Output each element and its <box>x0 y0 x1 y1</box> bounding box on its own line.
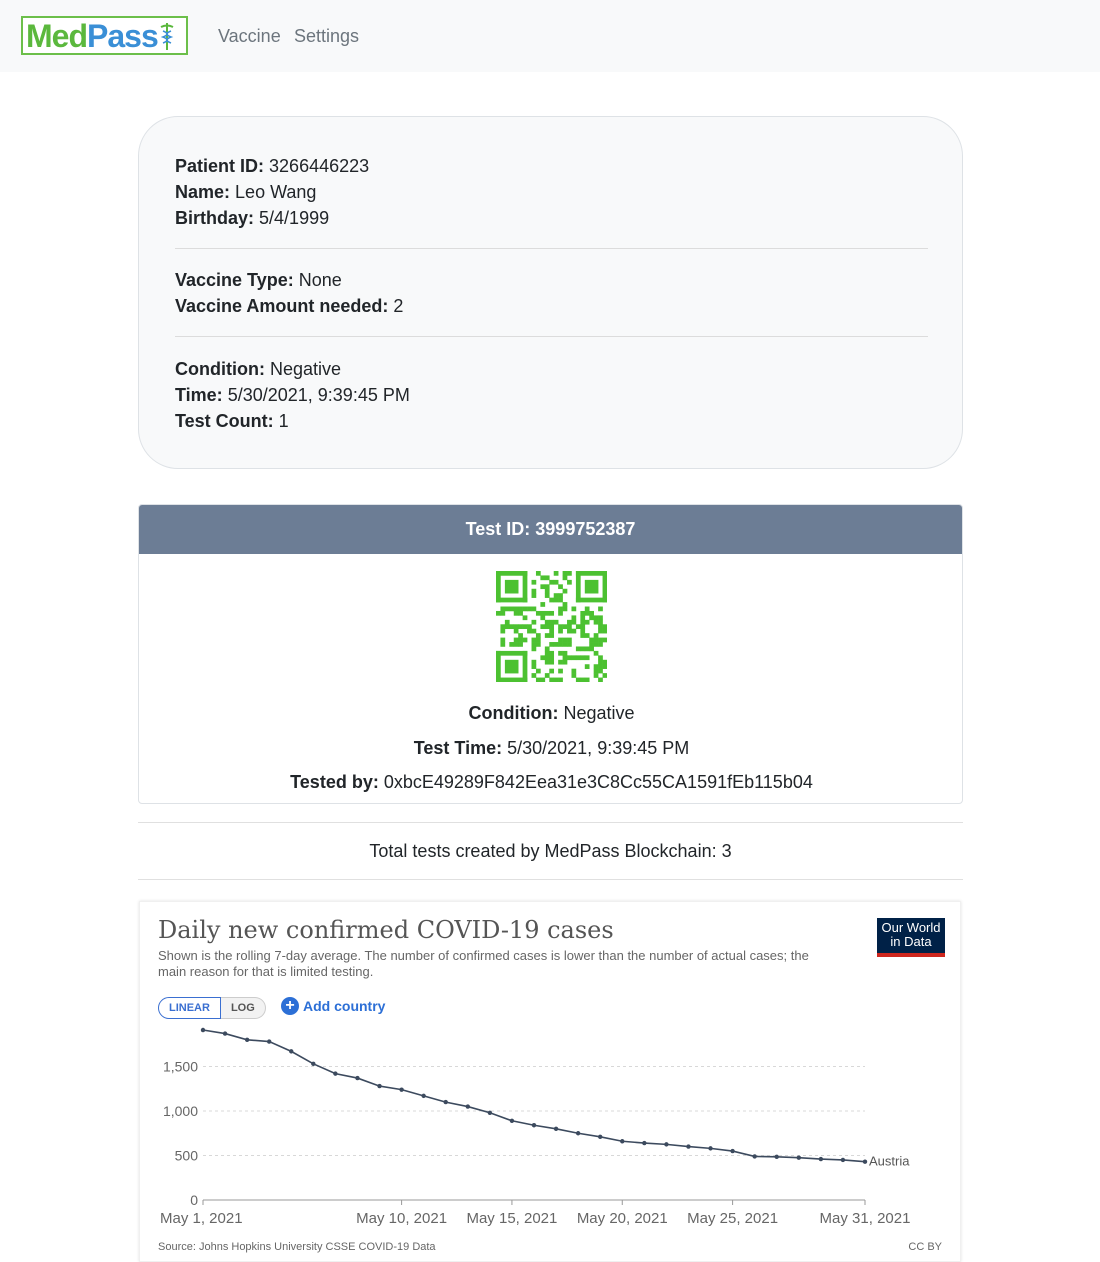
data-point <box>377 1083 382 1089</box>
test-count-row: Test Count: 1 <box>175 410 289 432</box>
data-point <box>531 1123 537 1128</box>
data-point <box>575 1131 581 1136</box>
time-label: Time: <box>175 385 223 405</box>
patient-name-row: Name: Leo Wang <box>175 181 316 203</box>
x-tick-label: May 31, 2021 <box>820 1210 911 1227</box>
patient-birthday-row: Birthday: 5/4/1999 <box>175 207 329 229</box>
covid-chart-widget: Daily new confirmed COVID-19 cases Shown… <box>139 901 961 1262</box>
data-point <box>840 1157 846 1163</box>
data-point <box>730 1148 735 1154</box>
medpass-logo[interactable]: Med Pass <box>21 16 188 55</box>
data-point <box>200 1027 206 1033</box>
data-point <box>553 1126 559 1131</box>
x-tick-label: May 15, 2021 <box>466 1210 557 1227</box>
patient-id-row: Patient ID: 3266446223 <box>175 155 369 177</box>
test-condition-value: Negative <box>563 703 635 723</box>
data-point <box>355 1075 360 1081</box>
data-point <box>862 1159 868 1164</box>
divider <box>175 248 928 249</box>
logo-text-pass: Pass <box>87 17 159 54</box>
data-point <box>509 1118 515 1123</box>
data-point <box>686 1144 691 1149</box>
patient-info-card: Patient ID: 3266446223 Name: Leo Wang Bi… <box>138 116 963 469</box>
y-tick-label: 1,500 <box>163 1059 198 1075</box>
data-point <box>244 1037 250 1042</box>
time-value: 5/30/2021, 9:39:45 PM <box>227 385 410 405</box>
y-tick-label: 0 <box>190 1192 198 1208</box>
x-tick-label: May 25, 2021 <box>687 1210 778 1227</box>
test-time-row: Test Time: 5/30/2021, 9:39:45 PM <box>139 738 962 759</box>
total-tests-banner: Total tests created by MedPass Blockchai… <box>138 822 963 880</box>
tested-by-label: Tested by: <box>290 772 379 792</box>
chart-source[interactable]: Source: Johns Hopkins University CSSE CO… <box>158 1241 436 1253</box>
nav-link-settings[interactable]: Settings <box>294 26 359 47</box>
caduceus-icon <box>160 22 174 50</box>
test-condition-row: Condition: Negative <box>139 703 962 724</box>
vaccine-type-label: Vaccine Type: <box>175 270 294 290</box>
navbar: Med Pass Vaccine Settings <box>0 0 1100 72</box>
data-point <box>289 1049 294 1054</box>
data-point <box>443 1099 448 1105</box>
test-count-value: 1 <box>278 411 289 431</box>
data-point <box>620 1139 625 1144</box>
vaccine-amount-label: Vaccine Amount needed: <box>175 296 389 316</box>
logo-text-med: Med <box>26 17 88 54</box>
divider <box>175 336 928 337</box>
condition-label: Condition: <box>175 359 265 379</box>
patient-birthday-label: Birthday: <box>175 208 255 228</box>
x-tick-label: May 20, 2021 <box>577 1210 668 1227</box>
y-tick-label: 500 <box>175 1148 199 1164</box>
data-point <box>708 1146 713 1151</box>
x-tick-label: May 1, 2021 <box>160 1210 243 1227</box>
data-point <box>333 1071 338 1076</box>
data-point <box>222 1031 228 1036</box>
vaccine-type-row: Vaccine Type: None <box>175 269 342 291</box>
chart-license[interactable]: CC BY <box>908 1241 942 1253</box>
data-point <box>421 1093 426 1099</box>
vaccine-type-value: None <box>298 270 342 290</box>
test-condition-label: Condition: <box>468 703 559 723</box>
data-point <box>465 1104 470 1109</box>
patient-id-value: 3266446223 <box>269 156 370 176</box>
x-tick-label: May 10, 2021 <box>356 1210 447 1227</box>
series-label: Austria <box>869 1154 910 1169</box>
patient-name-label: Name: <box>175 182 231 202</box>
tested-by-value: 0xbcE49289F842Eea31e3C8Cc55CA1591fEb115b… <box>383 772 813 792</box>
test-time-label: Test Time: <box>413 738 503 758</box>
y-tick-label: 1,000 <box>163 1103 198 1119</box>
patient-name-value: Leo Wang <box>235 182 317 202</box>
data-point <box>311 1061 316 1067</box>
time-row: Time: 5/30/2021, 9:39:45 PM <box>175 384 410 406</box>
test-count-label: Test Count: <box>175 411 274 431</box>
condition-row: Condition: Negative <box>175 358 341 380</box>
data-point <box>818 1156 824 1162</box>
data-point <box>399 1087 404 1092</box>
patient-id-label: Patient ID: <box>175 156 265 176</box>
data-point <box>598 1134 603 1140</box>
data-point <box>774 1154 779 1160</box>
test-time-value: 5/30/2021, 9:39:45 PM <box>507 738 690 758</box>
test-id-header: Test ID: 3999752387 <box>139 505 962 554</box>
data-point <box>796 1155 801 1160</box>
data-point <box>752 1154 757 1159</box>
line-chart: 0 500 1,000 1,500 May 1, 2021 May 10, 2021 May… <box>160 1027 911 1227</box>
vaccine-amount-value: 2 <box>393 296 404 316</box>
data-point <box>642 1140 647 1146</box>
data-point <box>267 1039 272 1044</box>
condition-value: Negative <box>269 359 342 379</box>
nav-link-vaccine[interactable]: Vaccine <box>218 26 281 47</box>
qr-code-icon[interactable] <box>496 571 607 682</box>
data-point <box>487 1110 493 1115</box>
vaccine-amount-row: Vaccine Amount needed: 2 <box>175 295 403 317</box>
tested-by-row: Tested by: 0xbcE49289F842Eea31e3C8Cc55CA… <box>139 772 962 793</box>
test-card: Test ID: 3999752387 Condition: Negative … <box>138 504 963 804</box>
series-line-austria <box>202 1029 866 1163</box>
total-tests-text: Total tests created by MedPass Blockchai… <box>369 840 732 861</box>
patient-birthday-value: 5/4/1999 <box>259 208 330 228</box>
data-point <box>664 1142 669 1147</box>
